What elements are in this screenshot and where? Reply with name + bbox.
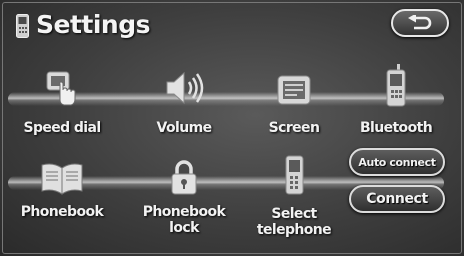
back-button[interactable]	[391, 9, 449, 37]
screen-button[interactable]: Screen	[246, 68, 342, 136]
speaker-icon	[166, 71, 204, 105]
screen-label: Screen	[268, 120, 320, 136]
volume-button[interactable]: Volume	[136, 68, 232, 136]
open-book-icon	[41, 163, 83, 195]
phonebook-lock-label-line2: lock	[169, 220, 199, 236]
volume-label: Volume	[156, 120, 213, 136]
connect-label: Connect	[366, 191, 428, 207]
mobile-phone-icon	[285, 155, 304, 195]
auto-connect-button[interactable]: Auto connect	[349, 148, 445, 176]
select-telephone-label-line1: Select	[271, 206, 317, 222]
bluetooth-button[interactable]: Bluetooth	[348, 64, 444, 136]
phonebook-lock-label: Phonebook lock	[136, 204, 232, 236]
phone-icon	[16, 14, 29, 38]
settings-screen: Settings Speed dial Volume Screen Blueto…	[0, 0, 464, 256]
auto-connect-label: Auto connect	[358, 155, 436, 169]
phonebook-lock-label-line1: Phonebook	[142, 204, 226, 220]
mobile-phone-icon	[386, 64, 406, 107]
page-title: Settings	[36, 10, 151, 39]
select-telephone-button[interactable]: Select telephone	[246, 154, 342, 238]
phonebook-lock-button[interactable]: Phonebook lock	[136, 156, 232, 236]
speed-dial-label: Speed dial	[23, 120, 101, 136]
speed-dial-button[interactable]: Speed dial	[14, 68, 110, 136]
phonebook-button[interactable]: Phonebook	[14, 158, 110, 226]
return-arrow-icon	[408, 15, 432, 30]
select-telephone-label-line2: telephone	[256, 222, 332, 238]
screen-icon	[277, 75, 311, 105]
padlock-icon	[171, 160, 197, 195]
speed-dial-icon	[46, 71, 76, 106]
connect-button[interactable]: Connect	[349, 185, 445, 213]
phonebook-label: Phonebook	[20, 204, 104, 220]
bluetooth-label: Bluetooth	[359, 120, 433, 136]
select-telephone-label: Select telephone	[246, 206, 342, 238]
